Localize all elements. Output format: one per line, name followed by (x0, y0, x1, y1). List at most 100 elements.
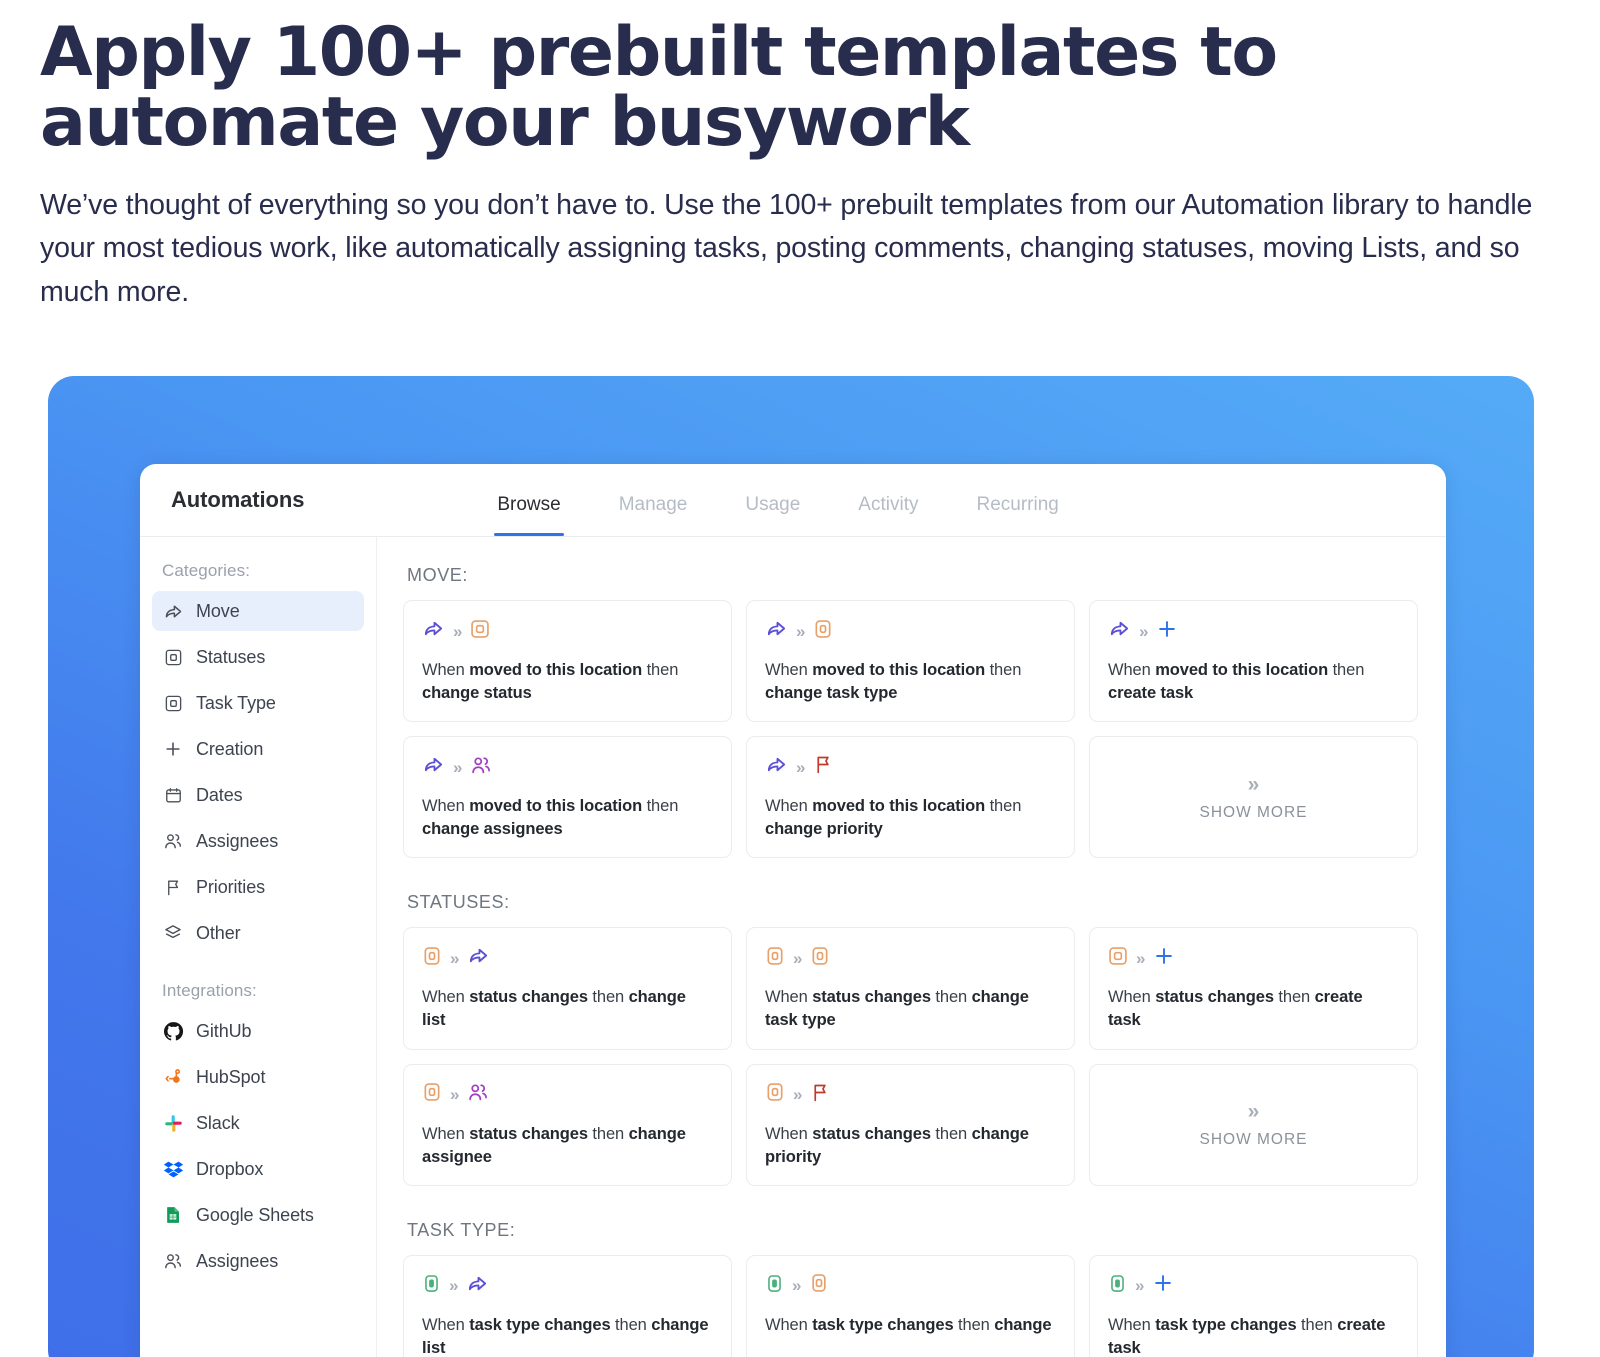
card-grid-task-type: » When task type changes then change lis… (403, 1254, 1418, 1357)
card-icon-row: » (422, 1082, 713, 1108)
show-more-card[interactable]: » SHOW MORE (1089, 736, 1418, 859)
card-text: When task type changes then change list (422, 1315, 709, 1357)
sidebar-item-slack[interactable]: Slack (152, 1103, 364, 1143)
tab-activity[interactable]: Activity (858, 495, 918, 536)
sidebar-item-label: Assignees (196, 830, 279, 851)
sidebar-item-label: Creation (196, 738, 264, 759)
card-text: When moved to this location then change … (422, 797, 679, 839)
people-icon (467, 1081, 489, 1108)
status-square-icon (422, 946, 442, 971)
sidebar-item-google-sheets[interactable]: Google Sheets (152, 1195, 364, 1235)
automation-card[interactable]: » When moved to this location then chang… (746, 736, 1075, 859)
card-text: When status changes then change priority (765, 1124, 1029, 1166)
sidebar-item-label: GithUb (196, 1020, 252, 1041)
hero-section: Apply 100+ prebuilt templates to automat… (0, 0, 1600, 314)
sidebar-item-priorities[interactable]: Priorities (152, 867, 364, 907)
google-sheets-icon (162, 1204, 184, 1226)
sidebar-item-label: HubSpot (196, 1066, 266, 1087)
card-text: When moved to this location then create … (1108, 661, 1365, 703)
sidebar-item-assignees-integration[interactable]: Assignees (152, 1241, 364, 1281)
card-icon-row: » (422, 754, 713, 780)
automation-card[interactable]: » When status changes then change priori… (746, 1063, 1075, 1186)
sidebar-item-github[interactable]: GithUb (152, 1011, 364, 1051)
tab-bar: Browse Manage Usage Activity Recurring (494, 464, 1059, 536)
card-icon-row: » (1108, 945, 1399, 971)
automation-card[interactable]: » When status changes then change list (403, 927, 732, 1050)
sidebar-item-label: Priorities (196, 876, 266, 897)
sidebar-item-assignees[interactable]: Assignees (152, 821, 364, 861)
automation-card[interactable]: » When moved to this location then chang… (403, 600, 732, 723)
share-arrow-icon (466, 1272, 489, 1300)
chevron-right-icon: » (1139, 621, 1149, 641)
sidebar-item-label: Assignees (196, 1250, 279, 1271)
sidebar-item-dropbox[interactable]: Dropbox (152, 1149, 364, 1189)
card-text: When status changes then create task (1108, 988, 1363, 1030)
sidebar-item-dates[interactable]: Dates (152, 775, 364, 815)
people-icon (470, 754, 492, 781)
sidebar-item-other[interactable]: Other (152, 913, 364, 953)
chevron-right-icon: » (1247, 772, 1260, 796)
automation-card[interactable]: » When status changes then change task t… (746, 927, 1075, 1050)
card-icon-row: » (422, 618, 713, 644)
show-more-label: SHOW MORE (1199, 803, 1308, 821)
chevron-right-icon: » (792, 1276, 802, 1296)
sidebar-item-statuses[interactable]: Statuses (152, 637, 364, 677)
tab-recurring[interactable]: Recurring (976, 495, 1058, 536)
device-frame: Automations Browse Manage Usage Activity… (48, 376, 1534, 1357)
card-text: When moved to this location then change … (765, 797, 1022, 839)
share-arrow-icon (765, 617, 788, 645)
sidebar: Categories: Move Statuses Task Type Crea… (140, 537, 377, 1357)
sidebar-item-task-type[interactable]: Task Type (152, 683, 364, 723)
share-arrow-icon (467, 944, 490, 972)
sidebar-item-label: Move (196, 600, 240, 621)
calendar-icon (162, 784, 184, 806)
status-square-icon (810, 946, 830, 971)
chevron-right-icon: » (453, 757, 463, 777)
automation-card[interactable]: » When moved to this location then chang… (403, 736, 732, 859)
tab-manage[interactable]: Manage (619, 495, 688, 536)
sidebar-item-label: Slack (196, 1112, 240, 1133)
share-arrow-icon (162, 600, 184, 622)
status-square-icon (470, 619, 490, 644)
flag-icon (162, 876, 184, 898)
card-icon-row: » (1108, 618, 1399, 644)
layers-icon (162, 922, 184, 944)
card-text: When task type changes then create task (1108, 1315, 1386, 1357)
show-more-card[interactable]: » SHOW MORE (1089, 1063, 1418, 1186)
card-text: When task type changes then change (765, 1315, 1052, 1334)
sidebar-item-label: Other (196, 922, 241, 943)
page-subtitle: We’ve thought of everything so you don’t… (40, 189, 1533, 308)
automation-card[interactable]: » When status changes then change assign… (403, 1063, 732, 1186)
automation-card[interactable]: » When task type changes then change (746, 1254, 1075, 1357)
automation-card[interactable]: » When moved to this location then chang… (746, 600, 1075, 723)
app-body: Categories: Move Statuses Task Type Crea… (140, 537, 1446, 1357)
section-heading-move: MOVE: (407, 565, 469, 585)
chevron-right-icon: » (793, 948, 803, 968)
task-type-green-icon (422, 1274, 441, 1298)
card-icon-row: » (765, 1082, 1056, 1108)
plus-icon (1152, 1272, 1174, 1299)
section-heading-task-type: TASK TYPE: (407, 1219, 516, 1240)
templates-content: MOVE: » When moved to this location then… (377, 537, 1446, 1357)
tab-browse[interactable]: Browse (494, 495, 565, 536)
automation-card[interactable]: » When status changes then create task (1089, 927, 1418, 1050)
people-icon (162, 830, 184, 852)
task-type-square-icon (162, 692, 184, 714)
automation-card[interactable]: » When moved to this location then creat… (1089, 600, 1418, 723)
automation-card[interactable]: » When task type changes then create tas… (1089, 1254, 1418, 1357)
card-text: When status changes then change task typ… (765, 988, 1029, 1030)
card-icon-row: » (765, 1273, 1056, 1299)
chevron-right-icon: » (449, 1276, 459, 1296)
share-arrow-icon (422, 753, 445, 781)
sidebar-item-move[interactable]: Move (152, 591, 364, 631)
automation-card[interactable]: » When task type changes then change lis… (403, 1254, 732, 1357)
share-arrow-icon (765, 753, 788, 781)
sidebar-item-creation[interactable]: Creation (152, 729, 364, 769)
task-type-green-icon (765, 1274, 784, 1298)
slack-icon (162, 1112, 184, 1134)
status-square-icon (422, 1082, 442, 1107)
sidebar-item-hubspot[interactable]: HubSpot (152, 1057, 364, 1097)
card-icon-row: » (765, 754, 1056, 780)
flag-icon (810, 1082, 831, 1108)
tab-usage[interactable]: Usage (745, 495, 800, 536)
